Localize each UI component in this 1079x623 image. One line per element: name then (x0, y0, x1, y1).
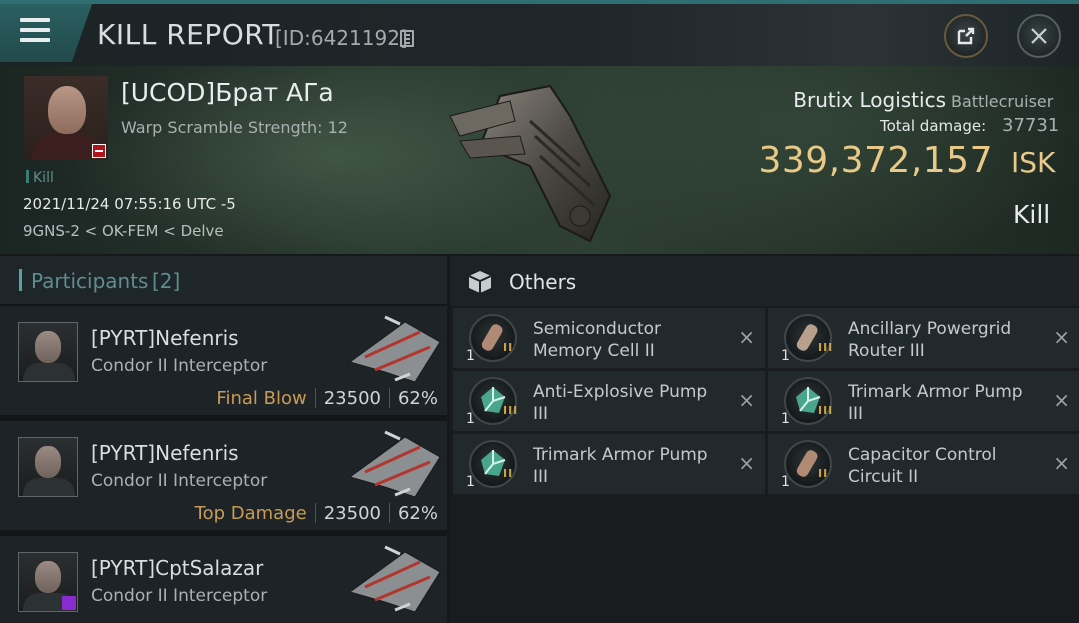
participants-count: [2] (152, 269, 181, 293)
participant-name[interactable]: [PYRT]CptSalazar (91, 556, 263, 580)
participant-row[interactable]: [PYRT]CptSalazar Condor II Interceptor (0, 536, 447, 623)
report-id: [ID:6421192] (275, 26, 408, 50)
item-remove-icon[interactable]: × (1053, 453, 1070, 473)
others-header[interactable]: Others (450, 256, 1079, 306)
item-name: Semiconductor Memory Cell II (533, 319, 662, 361)
participant-portrait[interactable] (18, 552, 78, 612)
item-name: Trimark Armor Pump III (533, 445, 708, 487)
item-name: Ancillary Powergrid Router III (848, 319, 1012, 361)
participant-ship-image[interactable] (345, 542, 445, 616)
external-link-icon (957, 27, 975, 45)
participant-ship-image[interactable] (345, 312, 445, 386)
warp-scramble-strength: Warp Scramble Strength: 12 (121, 118, 348, 137)
item-quantity: 1 (466, 348, 475, 364)
item-quantity: 1 (466, 411, 475, 427)
item-remove-icon[interactable]: × (738, 327, 755, 347)
kill-tag: Kill (26, 170, 54, 186)
item-row[interactable]: 1 III Ancillary Powergrid Router III × (768, 308, 1079, 368)
item-meta-level: II (818, 467, 829, 480)
title-bar: KILL REPORT [ID:6421192] (0, 0, 1079, 66)
item-meta-level: II (503, 341, 514, 354)
close-button[interactable] (1017, 14, 1061, 58)
participant-name[interactable]: [PYRT]Nefenris (91, 326, 239, 350)
item-quantity: 1 (781, 348, 790, 364)
hamburger-icon (20, 18, 50, 22)
cargo-box-icon (468, 271, 492, 293)
capacitor-circuit-icon (784, 440, 832, 488)
total-damage-value: 37731 (1002, 115, 1060, 136)
item-remove-icon[interactable]: × (738, 453, 755, 473)
kill-result: Kill (1013, 200, 1051, 229)
participant-ship: Condor II Interceptor (91, 471, 268, 491)
item-quantity: 1 (781, 474, 790, 490)
participant-role: Top Damage (194, 503, 307, 524)
others-label: Others (509, 270, 577, 294)
item-meta-level: II (503, 467, 514, 480)
isk-value: 339,372,157 (758, 140, 993, 181)
item-row[interactable]: 1 II Capacitor Control Circuit II × (768, 434, 1079, 494)
item-meta-level: III (818, 341, 834, 354)
victim-portrait[interactable] (24, 76, 108, 160)
item-remove-icon[interactable]: × (1053, 390, 1070, 410)
kill-location[interactable]: 9GNS-2 < OK-FEM < Delve (23, 222, 224, 240)
participant-stats: Top Damage 23500 62% (195, 503, 438, 524)
isk-unit: ISK (1011, 146, 1056, 179)
armor-pump-icon (469, 440, 517, 488)
armor-pump-icon (784, 377, 832, 425)
item-quantity: 1 (781, 411, 790, 427)
participant-ship-image[interactable] (345, 427, 445, 501)
item-meta-level: III (818, 404, 834, 417)
item-quantity: 1 (466, 474, 475, 490)
participant-ship: Condor II Interceptor (91, 586, 268, 606)
item-row[interactable]: 1 II Semiconductor Memory Cell II × (453, 308, 765, 368)
total-damage-label: Total damage: (880, 117, 987, 135)
participant-row[interactable]: [PYRT]Nefenris Condor II Interceptor Fin… (0, 306, 447, 418)
kill-datetime: 2021/11/24 07:55:16 UTC -5 (23, 195, 236, 213)
participant-row[interactable]: [PYRT]Nefenris Condor II Interceptor Top… (0, 421, 447, 533)
standing-minus-icon (92, 144, 106, 158)
victim-ship-class: Battlecruiser (951, 92, 1054, 111)
participant-ship: Condor II Interceptor (91, 356, 268, 376)
participants-header[interactable]: Participants [2] (0, 256, 447, 304)
participant-role: Final Blow (216, 388, 307, 409)
item-row[interactable]: 1 II Trimark Armor Pump III × (453, 434, 765, 494)
victim-ship-image[interactable] (440, 76, 630, 248)
menu-button[interactable] (0, 4, 92, 62)
participant-damage: 23500 (323, 503, 381, 524)
window-title: KILL REPORT (97, 18, 280, 51)
item-row[interactable]: 1 III Anti-Explosive Pump III × (453, 371, 765, 431)
item-remove-icon[interactable]: × (738, 390, 755, 410)
victim-name[interactable]: [UCOD]Брат АГа (121, 78, 334, 107)
memory-cell-icon (469, 314, 517, 362)
participant-name[interactable]: [PYRT]Nefenris (91, 441, 239, 465)
participant-portrait[interactable] (18, 322, 78, 382)
item-row[interactable]: 1 III Trimark Armor Pump III × (768, 371, 1079, 431)
others-panel: Others 1 II Semiconductor Memory Cell II… (450, 256, 1079, 623)
powergrid-router-icon (784, 314, 832, 362)
participants-panel: Participants [2] [PYRT]Nefenris Condor I… (0, 256, 447, 623)
external-link-button[interactable] (944, 14, 988, 58)
copy-icon[interactable] (400, 30, 414, 47)
victim-ship-name[interactable]: Brutix Logistics (793, 88, 946, 112)
item-name: Anti-Explosive Pump III (533, 382, 708, 424)
item-remove-icon[interactable]: × (1053, 327, 1070, 347)
participant-damage: 23500 (323, 388, 381, 409)
armor-pump-icon (469, 377, 517, 425)
participant-percent: 62% (397, 503, 438, 524)
participant-percent: 62% (397, 388, 438, 409)
participant-stats: Final Blow 23500 62% (216, 388, 438, 409)
item-name: Capacitor Control Circuit II (848, 445, 997, 487)
corp-badge-icon (62, 596, 76, 610)
close-icon (1031, 28, 1047, 44)
item-meta-level: III (503, 404, 519, 417)
participants-label: Participants (31, 269, 149, 293)
victim-summary: [UCOD]Брат АГа Warp Scramble Strength: 1… (0, 66, 1079, 254)
item-name: Trimark Armor Pump III (848, 382, 1023, 424)
participant-portrait[interactable] (18, 437, 78, 497)
